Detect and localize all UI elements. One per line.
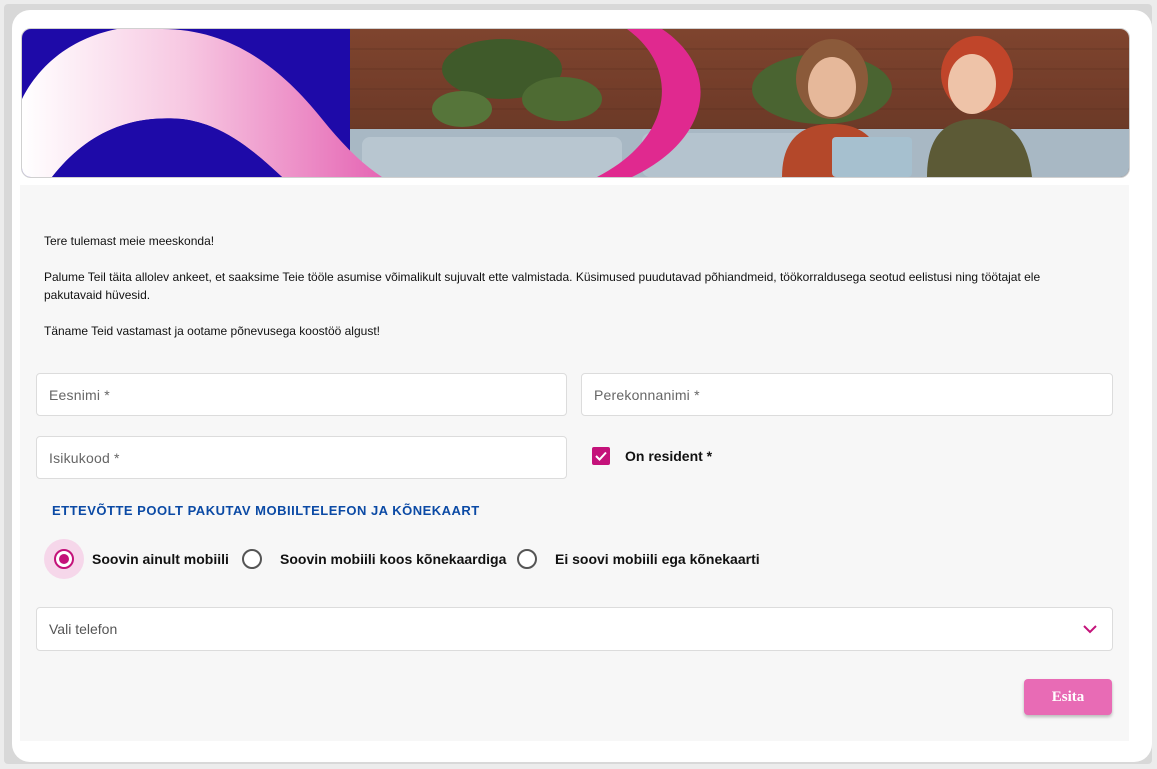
- first-name-input[interactable]: [37, 374, 566, 415]
- chevron-down-icon: [1083, 625, 1097, 634]
- submit-button[interactable]: Esita: [1024, 679, 1112, 715]
- intro-text: Tere tulemast meie meeskonda! Palume Tei…: [44, 232, 1114, 340]
- resident-checkbox[interactable]: [592, 447, 610, 465]
- intro-paragraph-line2: pakutavaid hüvesid.: [44, 288, 151, 302]
- personal-code-input[interactable]: [37, 437, 566, 478]
- radio-only-mobile[interactable]: [54, 549, 74, 569]
- radio-label-no-mobile: Ei soovi mobiili ega kõnekaarti: [555, 551, 760, 567]
- phone-select-placeholder: Vali telefon: [49, 621, 118, 637]
- radio-mobile-with-sim[interactable]: [242, 549, 262, 569]
- last-name-field[interactable]: [581, 373, 1113, 416]
- header-banner: [21, 28, 1130, 178]
- welcome-text: Tere tulemast meie meeskonda!: [44, 234, 215, 248]
- thanks-text: Täname Teid vastamast ja ootame põnevuse…: [44, 324, 380, 338]
- mobile-section-title: ETTEVÕTTE POOLT PAKUTAV MOBIILTELEFON JA…: [52, 503, 480, 518]
- radio-label-mobile-with-sim: Soovin mobiili koos kõnekaardiga: [280, 551, 507, 567]
- resident-label: On resident *: [625, 448, 713, 464]
- radio-label-only-mobile: Soovin ainult mobiili: [92, 551, 229, 567]
- first-name-field[interactable]: [36, 373, 567, 416]
- personal-code-field[interactable]: [36, 436, 567, 479]
- radio-no-mobile[interactable]: [517, 549, 537, 569]
- checkmark-icon: [595, 451, 607, 461]
- intro-paragraph-line1: Palume Teil täita allolev ankeet, et saa…: [44, 270, 1041, 284]
- last-name-input[interactable]: [582, 374, 1112, 415]
- phone-select[interactable]: Vali telefon: [36, 607, 1113, 651]
